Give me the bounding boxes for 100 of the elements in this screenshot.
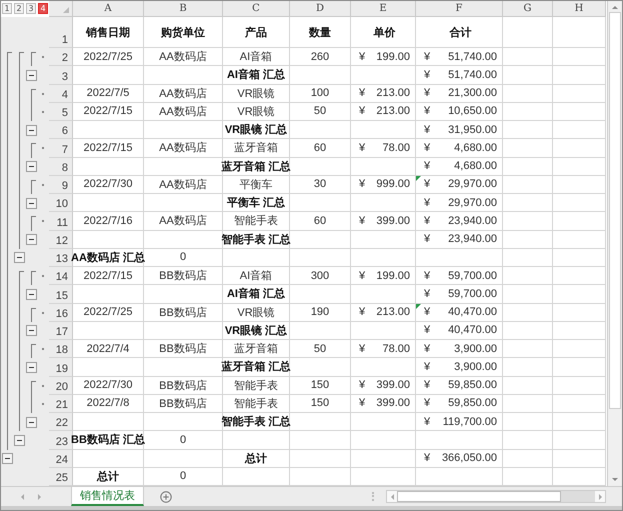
empty-cell[interactable] [503, 212, 553, 230]
empty-cell[interactable] [553, 158, 606, 176]
empty-cell[interactable] [553, 413, 606, 432]
collapse-button[interactable] [26, 161, 36, 172]
horizontal-scrollbar[interactable] [386, 490, 606, 504]
empty-cell[interactable] [553, 121, 606, 140]
empty-cell[interactable] [144, 450, 223, 468]
scroll-thumb[interactable] [397, 491, 561, 502]
empty-cell[interactable] [290, 158, 351, 176]
empty-cell[interactable] [223, 431, 290, 450]
empty-cell[interactable] [290, 121, 351, 140]
empty-cell[interactable] [553, 194, 606, 212]
empty-cell[interactable] [416, 431, 503, 450]
row-header[interactable]: 1 [49, 17, 73, 48]
row-header[interactable]: 25 [49, 468, 73, 486]
scroll-down-icon[interactable] [612, 478, 618, 482]
column-header[interactable]: A [73, 1, 144, 17]
row-header[interactable]: 14 [49, 267, 73, 286]
empty-cell[interactable] [503, 194, 553, 212]
empty-cell[interactable] [503, 248, 553, 267]
empty-cell[interactable] [144, 285, 223, 304]
empty-cell[interactable] [503, 267, 553, 286]
column-header[interactable]: C [223, 1, 290, 17]
empty-cell[interactable] [553, 84, 606, 103]
empty-cell[interactable] [503, 431, 553, 450]
row-header[interactable]: 17 [49, 322, 73, 340]
empty-cell[interactable] [553, 340, 606, 358]
empty-cell[interactable] [503, 139, 553, 158]
row-header[interactable]: 22 [49, 413, 73, 432]
empty-cell[interactable] [503, 322, 553, 340]
empty-cell[interactable] [290, 358, 351, 376]
row-header[interactable]: 5 [49, 102, 73, 121]
empty-cell[interactable] [503, 450, 553, 468]
row-header[interactable]: 20 [49, 376, 73, 395]
column-header[interactable]: E [351, 1, 416, 17]
column-header[interactable]: B [144, 1, 223, 17]
empty-cell[interactable] [503, 84, 553, 103]
empty-cell[interactable] [503, 176, 553, 194]
row-header[interactable]: 9 [49, 176, 73, 194]
empty-cell[interactable] [144, 322, 223, 340]
empty-cell[interactable] [290, 194, 351, 212]
row-header[interactable]: 10 [49, 194, 73, 212]
empty-cell[interactable] [503, 304, 553, 322]
row-header[interactable]: 16 [49, 304, 73, 322]
empty-cell[interactable] [351, 431, 416, 450]
splitter-icon[interactable] [372, 492, 376, 502]
empty-cell[interactable] [290, 450, 351, 468]
empty-cell[interactable] [144, 413, 223, 432]
empty-cell[interactable] [553, 248, 606, 267]
empty-cell[interactable] [553, 230, 606, 249]
sheet-tab[interactable]: 销售情况表 [71, 487, 144, 506]
empty-cell[interactable] [290, 230, 351, 249]
empty-cell[interactable] [553, 431, 606, 450]
empty-cell[interactable] [503, 413, 553, 432]
collapse-button[interactable] [26, 325, 36, 336]
empty-cell[interactable] [503, 66, 553, 84]
empty-cell[interactable] [553, 102, 606, 121]
vertical-scrollbar[interactable] [607, 1, 622, 486]
empty-cell[interactable] [553, 212, 606, 230]
empty-cell[interactable] [351, 158, 416, 176]
empty-cell[interactable] [503, 17, 553, 48]
empty-cell[interactable] [553, 285, 606, 304]
level-button[interactable]: 1 [2, 3, 12, 14]
row-header[interactable]: 4 [49, 84, 73, 103]
row-header[interactable]: 23 [49, 431, 73, 450]
row-header[interactable]: 15 [49, 285, 73, 304]
empty-cell[interactable] [144, 121, 223, 140]
row-header[interactable]: 18 [49, 340, 73, 358]
row-header[interactable]: 3 [49, 66, 73, 84]
empty-cell[interactable] [503, 376, 553, 395]
row-header[interactable]: 2 [49, 48, 73, 66]
level-button[interactable]: 4 [38, 3, 48, 14]
empty-cell[interactable] [144, 194, 223, 212]
empty-cell[interactable] [503, 102, 553, 121]
empty-cell[interactable] [553, 394, 606, 413]
empty-cell[interactable] [553, 450, 606, 468]
scroll-thumb[interactable] [609, 12, 621, 409]
scroll-up-icon[interactable] [612, 6, 618, 9]
empty-cell[interactable] [290, 322, 351, 340]
empty-cell[interactable] [290, 285, 351, 304]
empty-cell[interactable] [553, 139, 606, 158]
empty-cell[interactable] [144, 158, 223, 176]
column-header[interactable]: H [553, 1, 606, 17]
empty-cell[interactable] [351, 248, 416, 267]
empty-cell[interactable] [503, 340, 553, 358]
empty-cell[interactable] [503, 158, 553, 176]
level-button[interactable]: 2 [14, 3, 24, 14]
empty-cell[interactable] [351, 121, 416, 140]
column-header[interactable]: G [503, 1, 553, 17]
empty-cell[interactable] [290, 413, 351, 432]
empty-cell[interactable] [416, 248, 503, 267]
empty-cell[interactable] [351, 194, 416, 212]
empty-cell[interactable] [553, 48, 606, 66]
empty-cell[interactable] [223, 248, 290, 267]
row-header[interactable]: 21 [49, 394, 73, 413]
empty-cell[interactable] [351, 322, 416, 340]
empty-cell[interactable] [553, 322, 606, 340]
row-header[interactable]: 7 [49, 139, 73, 158]
empty-cell[interactable] [351, 285, 416, 304]
empty-cell[interactable] [503, 394, 553, 413]
